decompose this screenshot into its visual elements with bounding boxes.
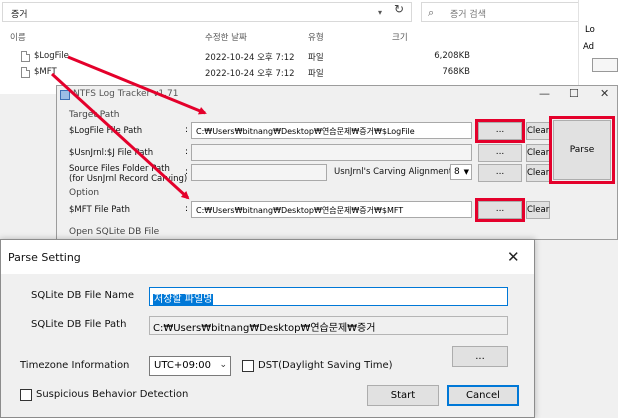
source-folder-colon: : xyxy=(185,167,189,177)
highlight-box-mft-browse xyxy=(475,198,525,222)
mft-path-field[interactable]: C:₩Users₩bitnang₩Desktop₩연습문제₩증거₩$MFT xyxy=(191,201,472,218)
usnjrnl-browse-button[interactable]: ... xyxy=(478,144,522,162)
column-header-date[interactable]: 수정한 날짜 xyxy=(205,31,247,43)
chevron-down-icon[interactable]: ▾ xyxy=(378,8,382,17)
maximize-icon[interactable]: ☐ xyxy=(569,87,579,100)
dialog-titlebar: Parse Setting ✕ xyxy=(1,240,534,274)
file-type: 파일 xyxy=(308,69,324,79)
carving-alignment-select[interactable]: 8 ▼ xyxy=(450,164,472,180)
start-button[interactable]: Start xyxy=(367,385,439,406)
source-folder-sublabel: (for UsnJrnl Record Carving) xyxy=(69,174,188,184)
dst-label: DST(Daylight Saving Time) xyxy=(258,360,393,371)
file-row-logfile[interactable]: $LogFile 2022-10-24 오후 7:12 파일 6,208KB xyxy=(0,51,580,65)
db-file-path-input[interactable]: C:₩Users₩bitnang₩Desktop₩연습문제₩증거 xyxy=(149,316,508,335)
file-date: 2022-10-24 오후 7:12 xyxy=(205,69,295,79)
highlight-box-logfile-browse xyxy=(475,119,525,143)
search-placeholder: 증거 검색 xyxy=(450,10,486,20)
group-target-path: Target Path xyxy=(69,110,120,120)
usnjrnl-label: $UsnJrnl:$J File Path xyxy=(69,148,154,158)
db-file-name-label: SQLite DB File Name xyxy=(31,290,134,301)
db-file-name-input[interactable]: 저장할 파일명 xyxy=(149,287,508,306)
dst-checkbox[interactable] xyxy=(242,360,254,372)
parse-setting-dialog: Parse Setting ✕ SQLite DB File Name 저장할 … xyxy=(0,239,535,418)
file-row-mft[interactable]: $MFT 2022-10-24 오후 7:12 파일 768KB xyxy=(0,67,580,81)
source-folder-path-field[interactable] xyxy=(191,164,327,181)
usnjrnl-clear-button[interactable]: Clear xyxy=(526,144,550,162)
dialog-title: Parse Setting xyxy=(8,251,81,264)
file-size: 6,208KB xyxy=(434,51,470,61)
right-pane-label-lo: Lo xyxy=(585,25,595,35)
right-pane-button[interactable] xyxy=(592,58,618,72)
mft-colon: : xyxy=(185,204,189,214)
cancel-button[interactable]: Cancel xyxy=(447,385,519,406)
refresh-icon[interactable]: ↻ xyxy=(394,2,404,16)
close-icon[interactable]: ✕ xyxy=(600,87,609,100)
group-open-db: Open SQLite DB File xyxy=(69,227,160,237)
file-icon xyxy=(21,67,30,78)
address-bar[interactable]: 증거 ▾ xyxy=(2,2,412,22)
search-icon: ⌕ xyxy=(428,6,435,19)
column-header-type[interactable]: 유형 xyxy=(308,31,324,43)
db-path-browse-button[interactable]: ... xyxy=(452,346,508,367)
timezone-label: Timezone Information xyxy=(20,360,130,371)
db-file-path-label: SQLite DB File Path xyxy=(31,319,127,330)
app-icon xyxy=(60,90,70,100)
source-folder-browse-button[interactable]: ... xyxy=(478,164,522,182)
mft-clear-button[interactable]: Clear xyxy=(526,201,550,219)
right-pane-label-ad: Ad xyxy=(583,42,595,52)
logfile-path-field[interactable]: C:₩Users₩bitnang₩Desktop₩연습문제₩증거₩$LogFil… xyxy=(191,122,472,139)
file-date: 2022-10-24 오후 7:12 xyxy=(205,53,295,63)
column-header-size[interactable]: 크기 xyxy=(392,31,408,43)
file-name: $MFT xyxy=(34,67,57,77)
timezone-value: UTC+09:00 xyxy=(154,360,212,371)
file-type: 파일 xyxy=(308,53,324,63)
timezone-select[interactable]: UTC+09:00 ⌄ xyxy=(149,356,231,376)
search-box[interactable]: ⌕ 증거 검색 xyxy=(421,2,581,22)
source-folder-clear-button[interactable]: Clear xyxy=(526,164,550,182)
source-folder-label: Source Files Folder Path xyxy=(69,164,170,174)
highlight-box-parse xyxy=(549,116,615,184)
suspicious-label: Suspicious Behavior Detection xyxy=(36,389,189,400)
chevron-down-icon: ⌄ xyxy=(219,360,227,370)
logfile-clear-button[interactable]: Clear xyxy=(526,122,550,140)
logfile-colon: : xyxy=(185,125,189,135)
db-file-name-value: 저장할 파일명 xyxy=(153,294,214,305)
chevron-down-icon: ▼ xyxy=(463,168,469,176)
usnjrnl-colon: : xyxy=(185,147,189,157)
logfile-label: $LogFile File Path xyxy=(69,126,143,136)
ntfs-log-tracker-window: NTFS Log Tracker v1.71 — ☐ ✕ Target Path… xyxy=(56,85,618,240)
window-title: NTFS Log Tracker v1.71 xyxy=(73,89,179,99)
usnjrnl-path-field[interactable] xyxy=(191,144,472,161)
close-icon[interactable]: ✕ xyxy=(507,248,520,266)
minimize-icon[interactable]: — xyxy=(539,87,550,100)
file-name: $LogFile xyxy=(34,51,69,61)
carving-alignment-value: 8 xyxy=(454,167,460,177)
file-icon xyxy=(21,51,30,62)
suspicious-checkbox[interactable] xyxy=(20,389,32,401)
group-option: Option xyxy=(69,188,100,198)
column-header-name[interactable]: 이름 xyxy=(10,31,26,43)
file-size: 768KB xyxy=(442,67,470,77)
mft-label: $MFT File Path xyxy=(69,205,130,215)
carving-alignment-label: UsnJrnl's Carving Alignment : xyxy=(334,167,458,177)
file-explorer-window: 증거 ▾ ↻ ⌕ 증거 검색 이름 수정한 날짜 유형 크기 $LogFile … xyxy=(0,0,618,94)
address-text: 증거 xyxy=(11,10,28,20)
